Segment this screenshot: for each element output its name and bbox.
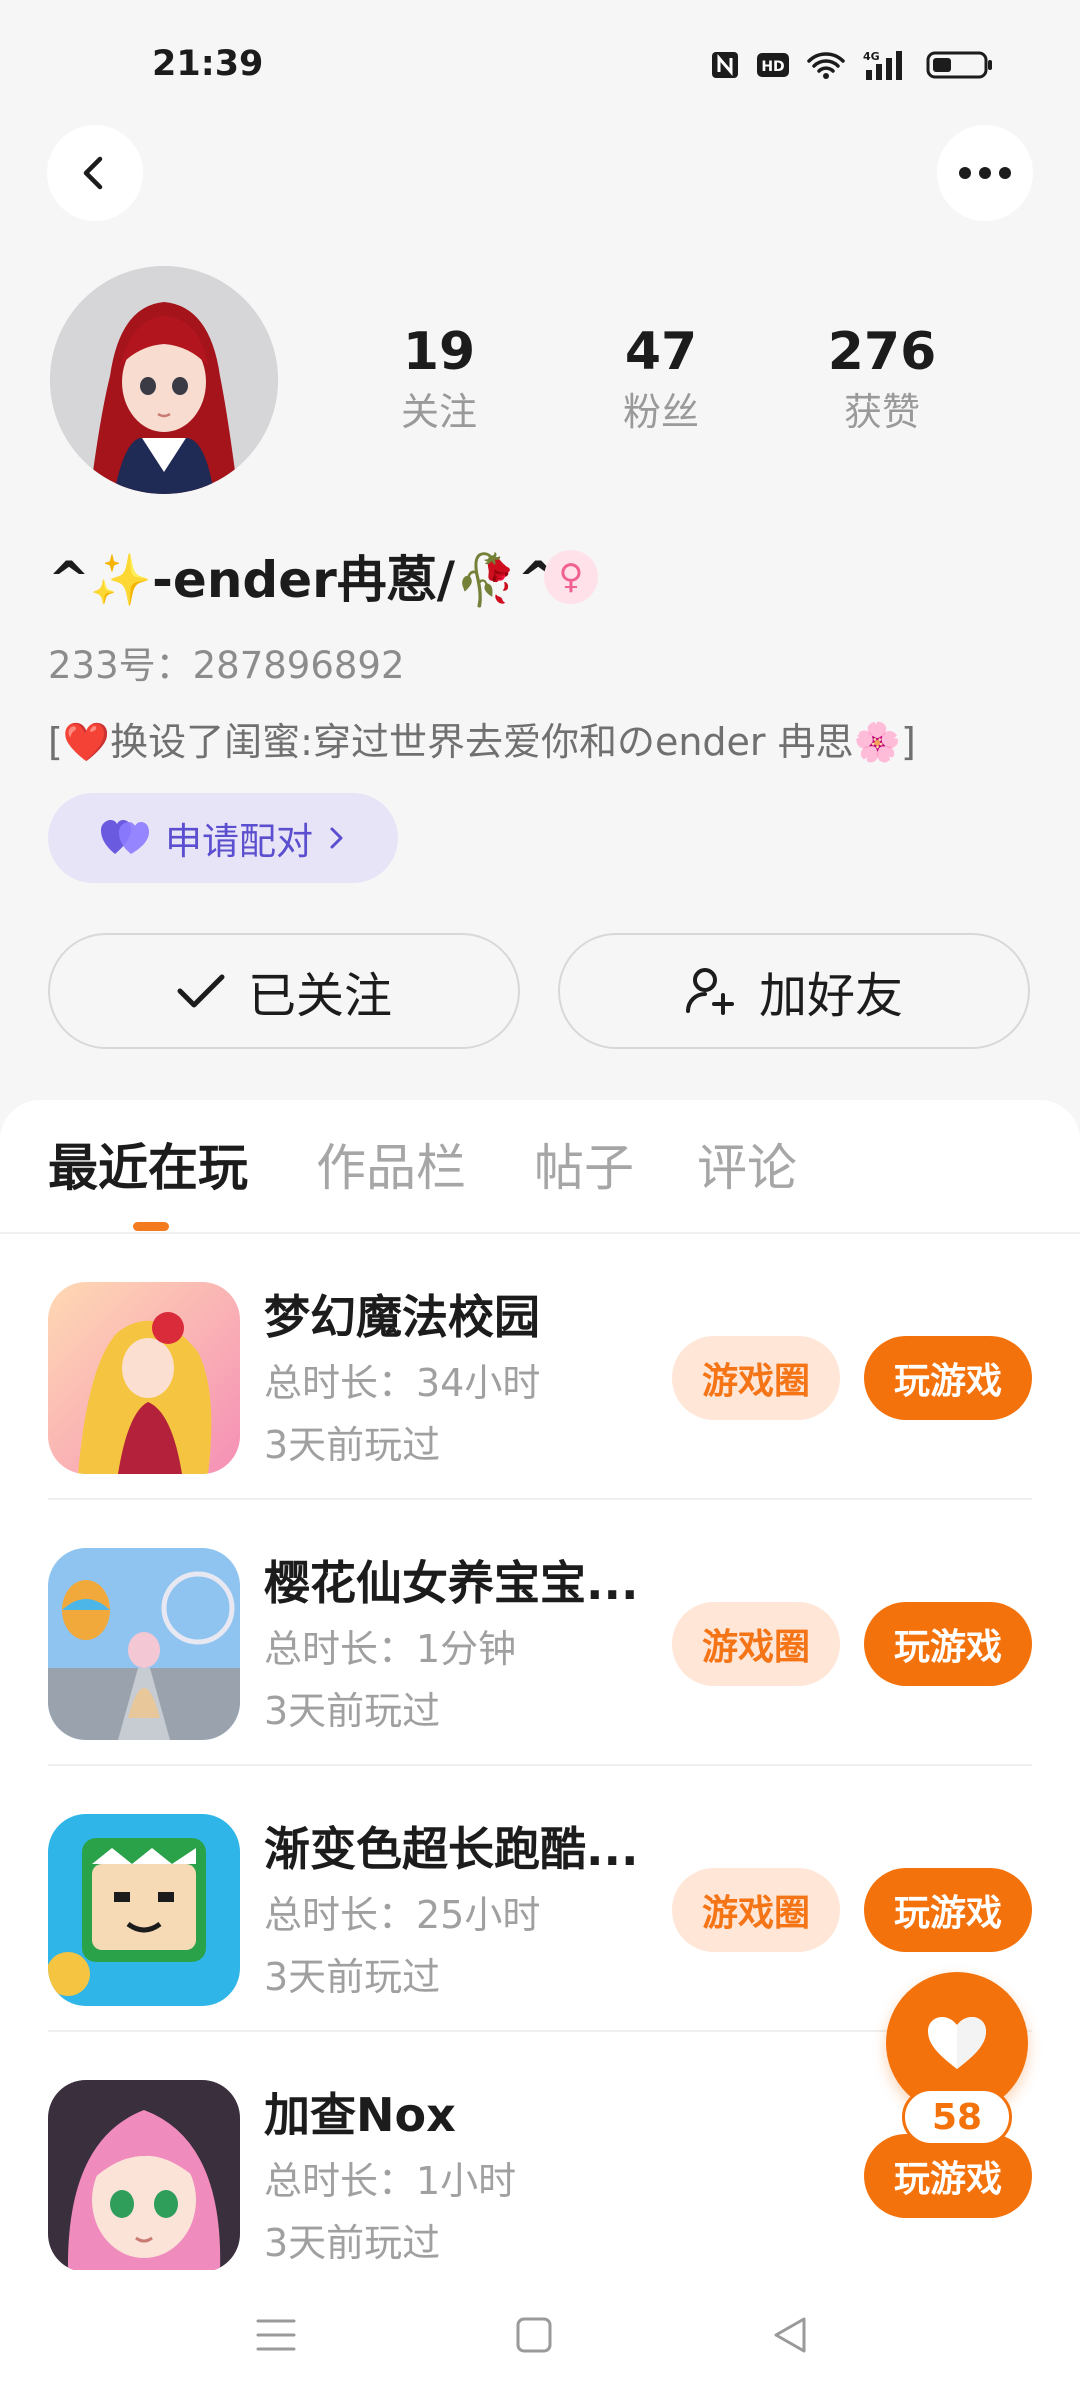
chevron-right-icon <box>330 827 343 849</box>
game-name: 加查Nox <box>264 2088 456 2142</box>
stat-followers-count: 47 <box>624 322 698 382</box>
more-button[interactable] <box>937 125 1033 221</box>
flower-emoji: 🌸 <box>853 720 901 764</box>
play-game-button[interactable]: 玩游戏 <box>864 1336 1032 1420</box>
battery-icon <box>926 49 994 81</box>
game-duration: 总时长：34小时 <box>264 1361 541 1405</box>
bio-text: 换设了闺蜜:穿过世界去爱你和のender 冉思 <box>110 720 854 764</box>
chevron-left-icon <box>83 156 103 190</box>
game-icon[interactable] <box>48 1282 240 1474</box>
nickname: ^✨-ender冉蒽/ 🥀 ^ <box>48 545 559 615</box>
stat-following-count: 19 <box>402 322 476 382</box>
more-dots-icon <box>959 167 1011 179</box>
bio-open-bracket: [ <box>48 720 63 764</box>
pair-request-button[interactable]: 申请配对 <box>48 793 398 883</box>
game-duration: 总时长：1分钟 <box>264 1627 517 1671</box>
stat-likes-label: 获赞 <box>843 390 920 434</box>
nav-menu-button[interactable] <box>246 2310 306 2360</box>
game-duration: 总时长：25小时 <box>264 1893 541 1937</box>
bio: [❤️换设了闺蜜:穿过世界去爱你和のender 冉思🌸] <box>48 715 916 769</box>
game-last-played: 3天前玩过 <box>264 1689 441 1733</box>
add-friend-button[interactable]: 加好友 <box>558 933 1030 1049</box>
gender-badge: ♀ <box>544 550 598 604</box>
svg-text:HD: HD <box>761 59 784 75</box>
like-count: 58 <box>902 2088 1012 2146</box>
user-id: 233号：287896892 <box>48 644 405 687</box>
check-icon <box>177 974 225 1008</box>
play-game-button[interactable]: 玩游戏 <box>864 1602 1032 1686</box>
game-icon[interactable] <box>48 1548 240 1740</box>
tab-recently-played[interactable]: 最近在玩 <box>48 1135 248 1201</box>
system-nav-bar <box>0 2270 1080 2400</box>
following-button[interactable]: 已关注 <box>48 933 520 1049</box>
game-row[interactable]: 梦幻魔法校园 总时长：34小时 3天前玩过 游戏圈 玩游戏 <box>0 1234 1080 1500</box>
game-name: 樱花仙女养宝宝... <box>264 1556 639 1610</box>
heart-icon <box>928 2017 986 2069</box>
heart-emoji: ❤️ <box>62 720 111 764</box>
game-icon[interactable] <box>48 1814 240 2006</box>
status-time: 21:39 <box>152 44 264 84</box>
stat-followers[interactable]: 47 粉丝 <box>581 318 741 438</box>
stat-followers-label: 粉丝 <box>622 390 699 434</box>
stat-following-label: 关注 <box>400 390 477 434</box>
game-icon[interactable] <box>48 2080 240 2272</box>
game-name: 梦幻魔法校园 <box>264 1290 540 1344</box>
game-icon-image <box>48 1814 240 2006</box>
game-icon-image <box>48 1282 240 1474</box>
add-friend-label: 加好友 <box>758 968 903 1024</box>
following-label: 已关注 <box>247 968 392 1024</box>
square-icon <box>516 2317 552 2353</box>
game-last-played: 3天前玩过 <box>264 1423 441 1467</box>
menu-lines-icon <box>256 2319 296 2351</box>
game-circle-button[interactable]: 游戏圈 <box>672 1602 840 1686</box>
tab-works[interactable]: 作品栏 <box>316 1135 466 1201</box>
play-game-button[interactable]: 玩游戏 <box>864 1868 1032 1952</box>
game-last-played: 3天前玩过 <box>264 2221 441 2265</box>
double-heart-icon <box>101 820 149 854</box>
game-circle-button[interactable]: 游戏圈 <box>672 1868 840 1952</box>
game-icon-image <box>48 2080 240 2272</box>
stat-following[interactable]: 19 关注 <box>359 318 519 438</box>
pair-label: 申请配对 <box>165 820 313 863</box>
nav-home-button[interactable] <box>504 2310 564 2360</box>
back-button[interactable] <box>47 125 143 221</box>
game-row[interactable]: 樱花仙女养宝宝... 总时长：1分钟 3天前玩过 游戏圈 玩游戏 <box>0 1500 1080 1766</box>
nickname-text: ^✨-ender冉蒽/ <box>48 551 456 609</box>
svg-text:4G: 4G <box>863 50 880 63</box>
tab-posts[interactable]: 帖子 <box>534 1135 634 1201</box>
nav-back-button[interactable] <box>760 2310 820 2360</box>
female-icon: ♀ <box>558 557 584 597</box>
nfc-icon <box>710 50 740 80</box>
avatar[interactable] <box>50 266 278 494</box>
add-user-icon <box>685 968 734 1015</box>
avatar-image <box>50 266 278 494</box>
triangle-back-icon <box>774 2317 806 2353</box>
cellular-signal-icon: 4G <box>862 48 910 82</box>
hd-icon: HD <box>756 50 790 80</box>
tab-indicator <box>133 1222 169 1231</box>
nickname-emoji: 🥀 <box>455 551 518 609</box>
game-last-played: 3天前玩过 <box>264 1955 441 1999</box>
play-game-button[interactable]: 玩游戏 <box>864 2134 1032 2218</box>
wifi-icon <box>806 50 846 80</box>
status-bar: 21:39 HD 4G <box>0 0 1080 140</box>
game-circle-button[interactable]: 游戏圈 <box>672 1336 840 1420</box>
game-icon-image <box>48 1548 240 1740</box>
game-duration: 总时长：1小时 <box>264 2159 517 2203</box>
bio-close-bracket: ] <box>900 720 916 764</box>
game-name: 渐变色超长跑酷... <box>264 1822 639 1876</box>
status-icons: HD 4G <box>710 48 994 82</box>
stat-likes-count: 276 <box>827 322 937 382</box>
tab-comments[interactable]: 评论 <box>697 1135 797 1201</box>
stat-likes[interactable]: 276 获赞 <box>802 318 962 438</box>
